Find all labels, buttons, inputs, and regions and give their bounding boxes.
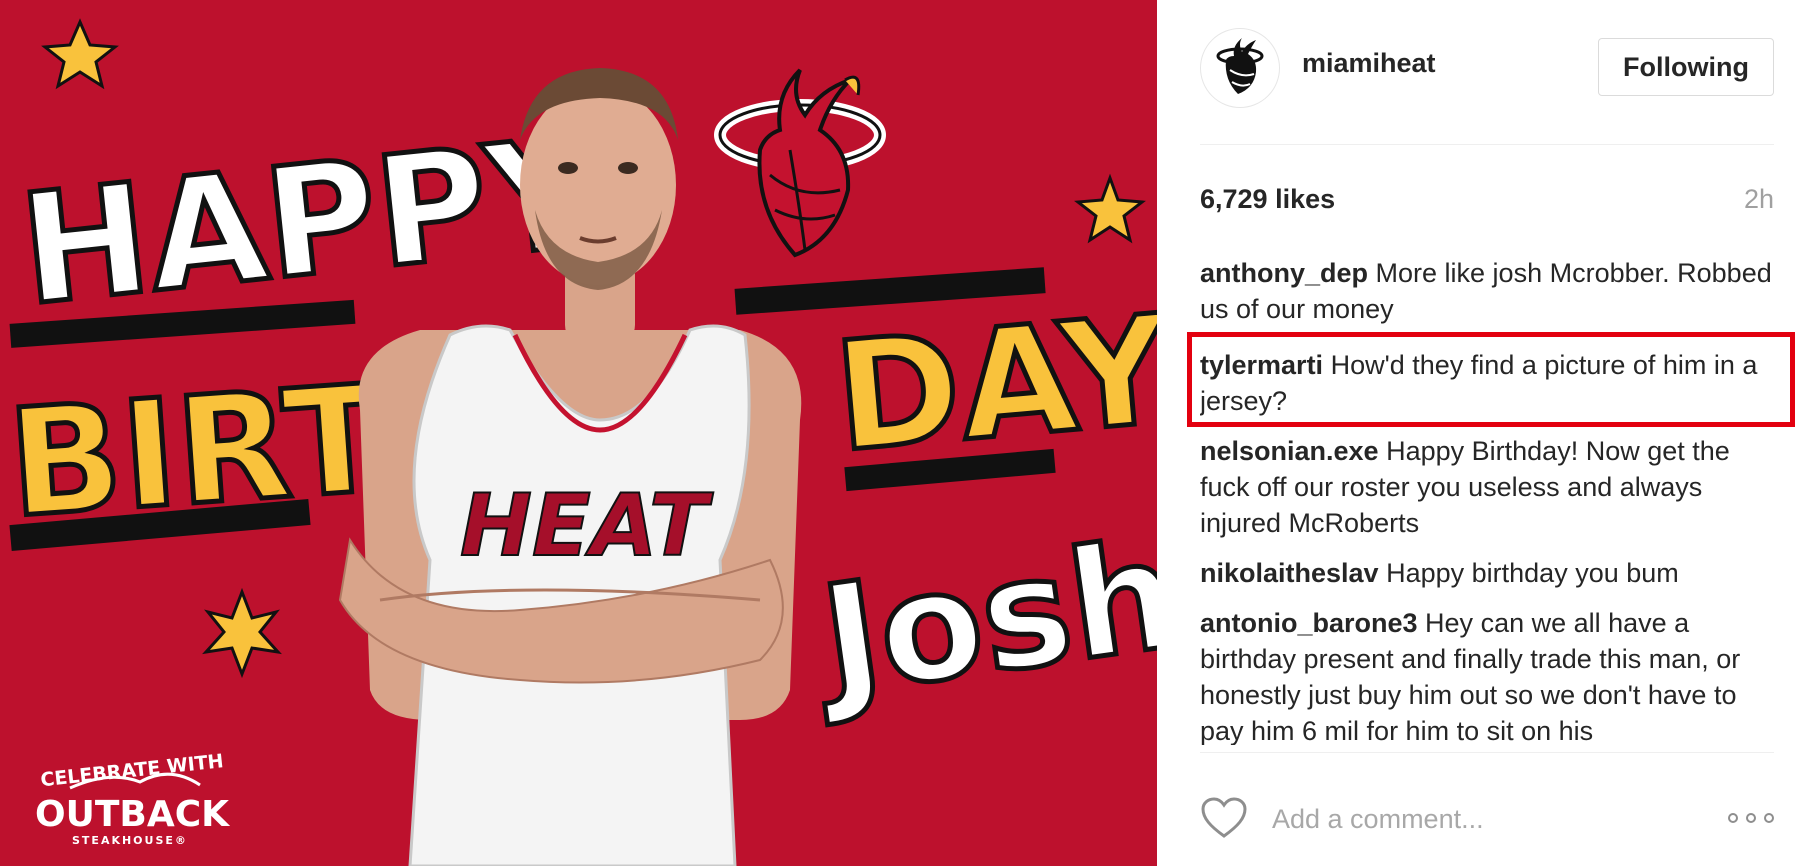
avatar[interactable] [1200, 28, 1280, 108]
username-link[interactable]: miamiheat [1302, 48, 1436, 79]
comment-author[interactable]: nelsonian.exe [1200, 436, 1379, 466]
comment-item: nikolaitheslav Happy birthday you bum [1200, 555, 1774, 591]
footer-divider [1200, 752, 1774, 753]
post-sidebar: miamiheat Following 6,729 likes 2h antho… [1157, 0, 1814, 866]
comment-author[interactable]: nikolaitheslav [1200, 558, 1379, 588]
comment-author[interactable]: anthony_dep [1200, 258, 1368, 288]
comment-author[interactable]: antonio_barone3 [1200, 608, 1418, 638]
post-meta: 6,729 likes 2h [1200, 184, 1774, 220]
dot [1728, 813, 1738, 823]
add-comment-input[interactable] [1270, 796, 1694, 842]
headline-day: DAY [829, 283, 1157, 486]
likes-count[interactable]: 6,729 likes [1200, 184, 1335, 215]
heat-logo-icon [1216, 38, 1264, 94]
comment-item: antonio_barone3 Hey can we all have a bi… [1200, 605, 1774, 745]
dot [1746, 813, 1756, 823]
sponsor-line3: STEAKHOUSE® [72, 834, 188, 847]
post-image[interactable]: HAPPY BIRTH DAY Josh! HEAT CELEBRATE WIT… [0, 0, 1157, 866]
following-button[interactable]: Following [1598, 38, 1774, 96]
comment-text: Happy birthday you bum [1386, 558, 1679, 588]
comment-author[interactable]: tylermarti [1200, 350, 1323, 380]
post-timestamp[interactable]: 2h [1744, 184, 1774, 215]
birthday-graphic: HAPPY BIRTH DAY Josh! HEAT CELEBRATE WIT… [0, 0, 1157, 866]
jersey-text: HEAT [460, 476, 714, 576]
comment-item: nelsonian.exe Happy Birthday! Now get th… [1200, 433, 1774, 541]
post-header: miamiheat Following [1200, 28, 1774, 118]
heart-outline-icon[interactable] [1200, 796, 1248, 840]
sponsor-line2: OUTBACK [35, 794, 230, 835]
comments-list[interactable]: anthony_dep More like josh Mcrobber. Rob… [1200, 255, 1774, 745]
comment-bar [1200, 790, 1774, 850]
comment-item: tylermarti How'd they find a picture of … [1200, 347, 1774, 419]
comment-item: anthony_dep More like josh Mcrobber. Rob… [1200, 255, 1774, 327]
dot [1764, 813, 1774, 823]
header-divider [1200, 144, 1774, 145]
more-options-icon[interactable] [1728, 804, 1774, 832]
